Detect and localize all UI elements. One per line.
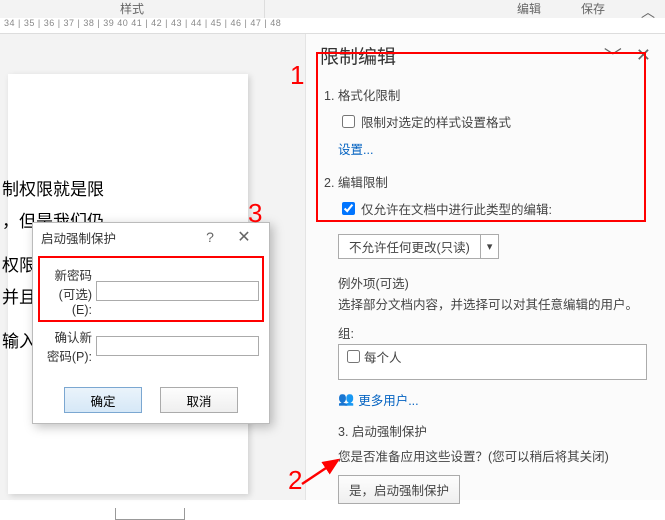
enforce-desc: 您是否准备应用这些设置？(您可以稍后将其关闭) [338,448,647,467]
enforce-protection-button[interactable]: 是，启动强制保护 [338,475,460,504]
more-users-link[interactable]: 👥 更多用户... [338,390,647,409]
confirm-password-input[interactable] [96,336,259,356]
group-listbox[interactable]: 每个人 [338,344,647,380]
group-label: 组: [338,323,647,342]
restrict-editing-pane: 限制编辑 ﹀ ✕ 1. 格式化限制 限制对选定的样式设置格式 设置... 2. … [305,34,665,500]
start-enforcing-protection-dialog: 启动强制保护 ? ✕ 新密码(可选)(E): 确认新密码(P): 确定 取消 [32,222,270,424]
section-format-title: 1. 格式化限制 [324,85,647,104]
dropdown-value: 不允许任何更改(只读) [338,234,481,259]
doc-text-line: 制权限就是限 [2,174,104,206]
new-password-input[interactable] [96,281,259,301]
edit-restrict-checkbox[interactable] [342,202,355,215]
section-enforce-title: 3. 启动强制保护 [338,421,647,440]
page-break-indicator [115,508,185,520]
users-icon: 👥 [338,391,354,407]
confirm-password-label: 确认新密码(P): [43,327,92,365]
pane-title: 限制编辑 [320,42,590,69]
group-everyone-label: 每个人 [364,347,402,366]
ribbon-styles-group: 样式 [0,0,265,18]
ribbon-save-group[interactable]: 保存 [581,0,605,18]
ribbon-edit-group[interactable]: 编辑 [517,0,541,18]
edit-restrict-label: 仅允许在文档中进行此类型的编辑: [361,199,552,218]
cancel-button[interactable]: 取消 [160,387,238,413]
new-password-label: 新密码(可选)(E): [43,265,92,317]
exceptions-title: 例外项(可选) [338,273,647,292]
edit-type-dropdown[interactable]: 不允许任何更改(只读) ▾ [338,234,499,259]
chevron-down-icon[interactable]: ▾ [481,234,500,259]
ribbon: 样式 编辑 保存 ︿ [0,0,665,18]
format-restrict-checkbox[interactable] [342,115,355,128]
pane-close-icon[interactable]: ✕ [636,45,651,66]
collapse-ribbon-icon[interactable]: ︿ [641,2,655,22]
group-everyone-checkbox[interactable] [347,350,360,363]
pane-dropdown-icon[interactable]: ﹀ [604,43,622,69]
exceptions-desc: 选择部分文档内容，并选择可以对其任意编辑的用户。 [338,296,647,315]
dialog-close-icon[interactable]: ✕ [227,227,261,247]
dialog-title: 启动强制保护 [41,228,193,247]
ok-button[interactable]: 确定 [64,387,142,413]
format-settings-link[interactable]: 设置... [338,139,647,158]
section-edit-title: 2. 编辑限制 [324,172,647,191]
format-restrict-label: 限制对选定的样式设置格式 [361,112,511,131]
dialog-help-icon[interactable]: ? [193,229,227,245]
ruler: 34 | 35 | 36 | 37 | 38 | 39 40 41 | 42 |… [0,18,665,34]
